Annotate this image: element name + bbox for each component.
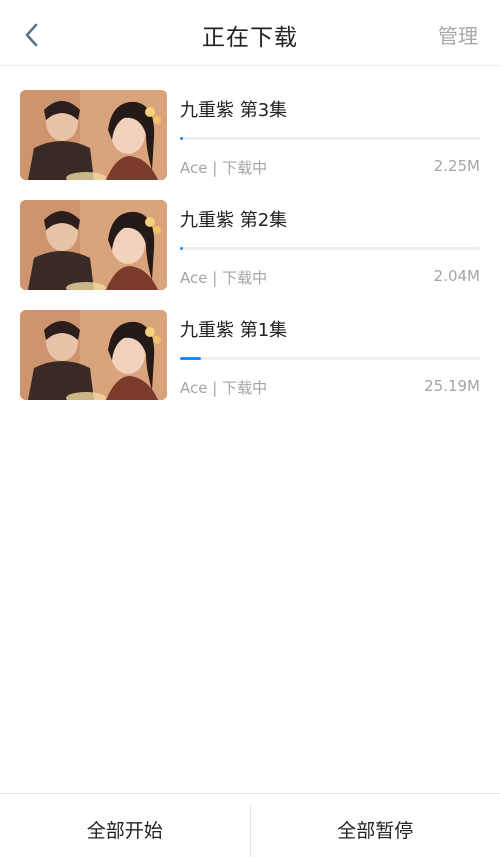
progress-bar	[180, 357, 480, 360]
download-status: Ace | 下载中	[180, 269, 268, 287]
episode-thumbnail	[20, 310, 167, 400]
download-item[interactable]: 九重紫 第1集 Ace | 下载中 25.19M	[0, 300, 500, 410]
episode-thumbnail	[20, 90, 167, 180]
download-item[interactable]: 九重紫 第2集 Ace | 下载中 2.04M	[0, 190, 500, 300]
manage-button[interactable]: 管理	[438, 20, 478, 49]
download-status: Ace | 下载中	[180, 379, 268, 397]
progress-fill	[180, 247, 183, 250]
episode-title: 九重紫 第3集	[180, 100, 288, 121]
progress-bar	[180, 247, 480, 250]
file-size: 2.04M	[433, 267, 480, 285]
progress-fill	[180, 357, 201, 360]
progress-bar	[180, 137, 480, 140]
download-status: Ace | 下载中	[180, 159, 268, 177]
file-size: 25.19M	[424, 377, 480, 395]
start-all-button[interactable]: 全部开始	[0, 794, 250, 857]
download-item[interactable]: 九重紫 第3集 Ace | 下载中 2.25M	[0, 80, 500, 190]
episode-title: 九重紫 第1集	[180, 320, 288, 341]
top-bar: 正在下载 管理	[0, 0, 500, 66]
download-screen: 正在下载 管理 九重紫 第3集 Ace | 下载中 2.25M 九重紫 第2集 …	[0, 0, 500, 857]
page-title: 正在下载	[202, 25, 298, 51]
episode-title: 九重紫 第2集	[180, 210, 288, 231]
progress-fill	[180, 137, 183, 140]
bottom-action-bar: 全部开始 全部暂停	[0, 793, 500, 857]
file-size: 2.25M	[433, 157, 480, 175]
episode-thumbnail	[20, 200, 167, 290]
download-list: 九重紫 第3集 Ace | 下载中 2.25M 九重紫 第2集 Ace | 下载…	[0, 80, 500, 410]
pause-all-button[interactable]: 全部暂停	[251, 794, 500, 857]
